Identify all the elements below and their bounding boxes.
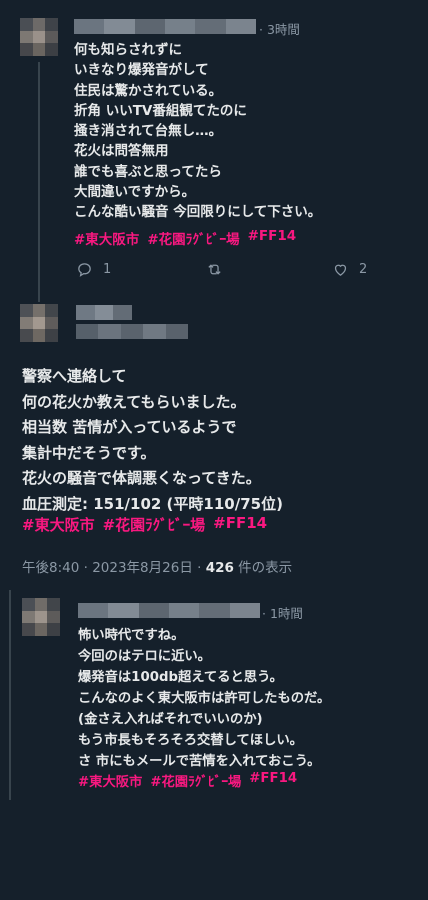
avatar[interactable] xyxy=(22,598,60,636)
like-button[interactable]: 2 xyxy=(332,261,367,278)
tweet-timestamp: 午後8:40 · 2023年8月26日 · xyxy=(22,560,206,576)
blurred-username xyxy=(78,603,260,618)
hashtag-link[interactable]: #花園ﾗｸﾞﾋﾞｰ場 xyxy=(147,228,239,248)
reply-count: 1 xyxy=(103,262,112,277)
hashtag-link[interactable]: #FF14 xyxy=(249,771,297,790)
tweet-body: 怖い時代ですね。 今回のはテロに近い。 爆発音は100db超えてると思う。 こん… xyxy=(78,628,331,769)
hashtag-list: #東大阪市 #花園ﾗｸﾞﾋﾞｰ場 #FF14 xyxy=(74,228,296,248)
hashtag-list: #東大阪市 #花園ﾗｸﾞﾋﾞｰ場 #FF14 xyxy=(22,514,267,535)
thread-line xyxy=(9,590,11,800)
views-label: 件の表示 xyxy=(233,560,293,576)
hashtag-link[interactable]: #東大阪市 xyxy=(22,514,95,535)
avatar[interactable] xyxy=(20,304,58,342)
hashtag-link[interactable]: #FF14 xyxy=(248,228,297,248)
hashtag-link[interactable]: #花園ﾗｸﾞﾋﾞｰ場 xyxy=(103,514,206,535)
hashtag-link[interactable]: #東大阪市 xyxy=(78,771,142,790)
like-icon xyxy=(334,264,347,276)
tweet-time: · 3時間 xyxy=(259,22,300,37)
like-count: 2 xyxy=(359,262,368,277)
reply-icon xyxy=(78,263,91,277)
main-tweet-body: 警察へ連絡して 何の花火か教えてもらいました。 相当数 苦情が入っているようで … xyxy=(22,367,283,513)
thread-line xyxy=(38,62,40,302)
blurred-display-name xyxy=(76,305,133,320)
hashtag-link[interactable]: #東大阪市 xyxy=(74,228,139,248)
tweet-time: · 1時間 xyxy=(262,606,303,621)
tweet-body: 何も知らされずに いきなり爆発音がして 住民は驚かされている。 折角 いいTV番… xyxy=(74,42,322,221)
reply-button[interactable]: 1 xyxy=(76,261,111,278)
tweet-stats: 午後8:40 · 2023年8月26日 · 426 件の表示 xyxy=(22,556,292,576)
avatar[interactable] xyxy=(20,18,58,56)
blurred-handle xyxy=(76,324,189,339)
blurred-username xyxy=(74,19,256,34)
retweet-button[interactable] xyxy=(206,261,223,278)
hashtag-link[interactable]: #花園ﾗｸﾞﾋﾞｰ場 xyxy=(150,771,241,790)
hashtag-link[interactable]: #FF14 xyxy=(213,514,267,535)
views-count: 426 xyxy=(205,560,234,576)
retweet-icon xyxy=(208,264,221,275)
hashtag-list: #東大阪市 #花園ﾗｸﾞﾋﾞｰ場 #FF14 xyxy=(78,771,297,790)
